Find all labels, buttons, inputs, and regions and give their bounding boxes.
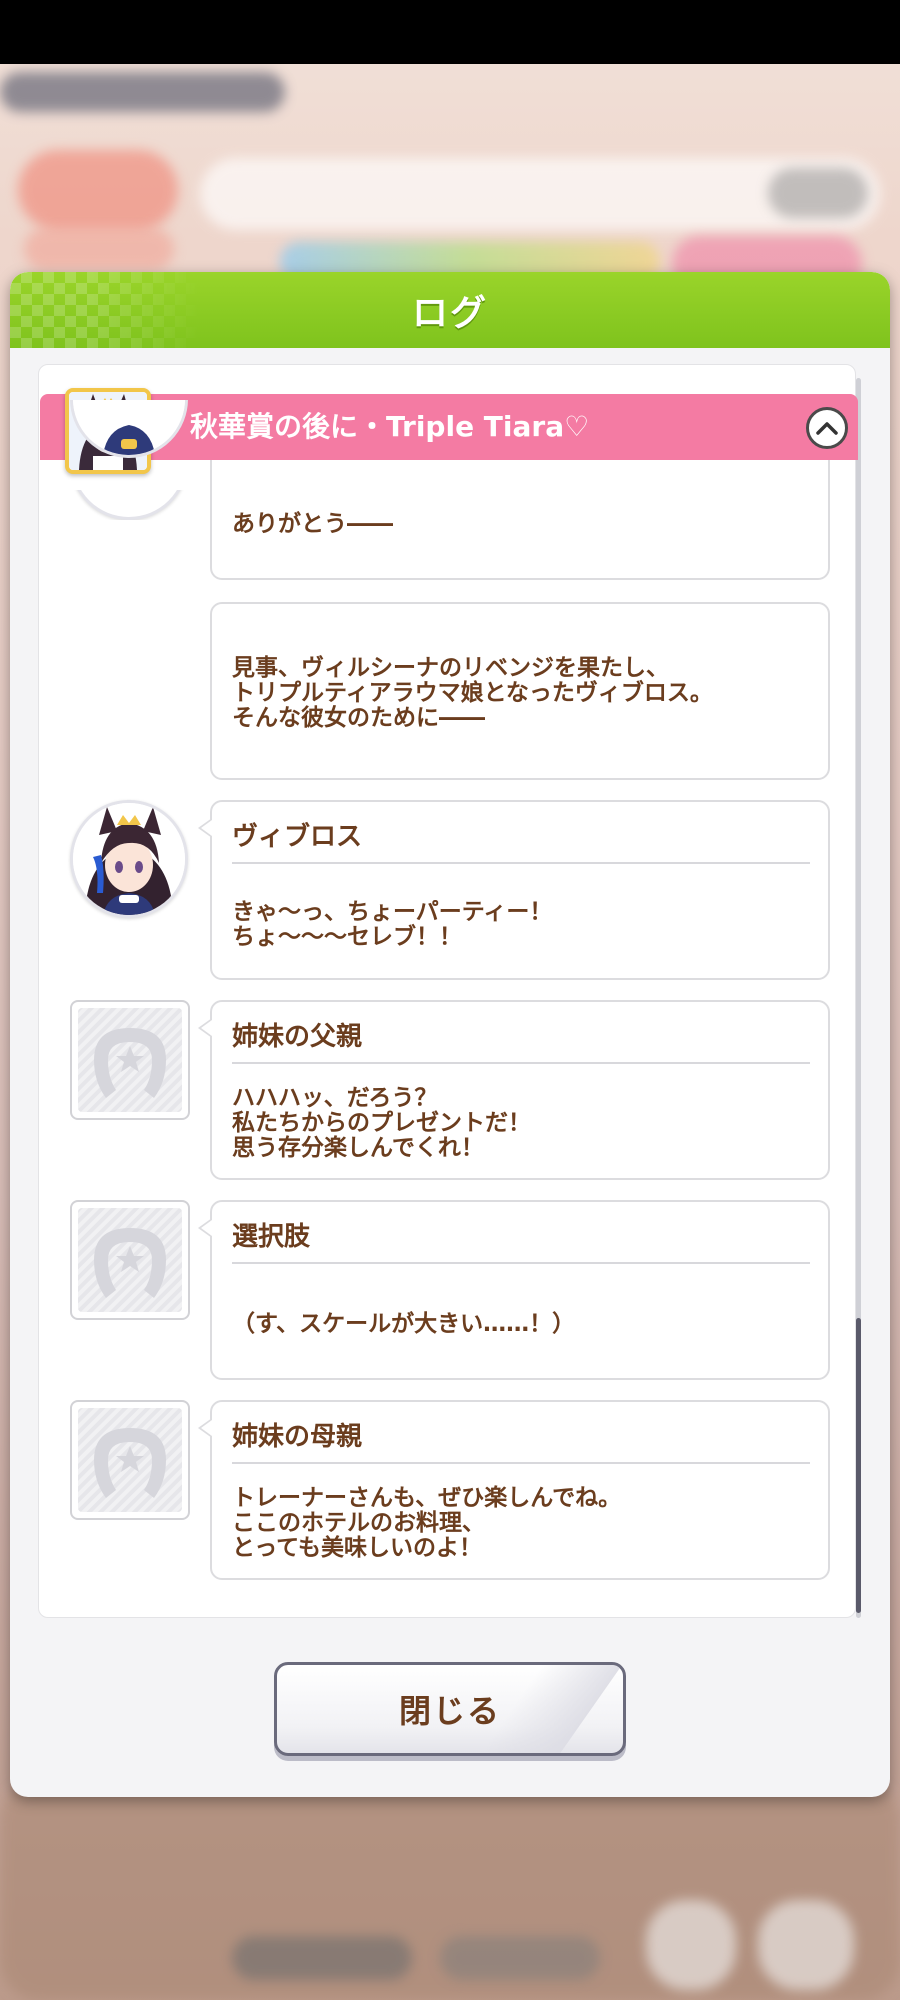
avatar-vivlos	[70, 800, 188, 918]
entry-line: （す、スケールが大きい……！）	[232, 1311, 576, 1337]
divider	[232, 862, 810, 864]
divider	[232, 1262, 810, 1264]
bg-badge-sub	[24, 228, 174, 270]
log-entry-5: 選択肢 （す、スケールが大きい……！）	[198, 1200, 830, 1380]
entry-line: ここのホテルのお料理、	[232, 1510, 485, 1536]
modal-header: ログ	[10, 272, 890, 348]
speaker-name: ヴィブロス	[232, 822, 363, 852]
chevron-up-icon	[816, 422, 838, 435]
horseshoe-placeholder-icon	[78, 1408, 182, 1512]
status-bar	[0, 0, 900, 64]
avatar-generic	[70, 1400, 190, 1520]
log-entry-1: ありがとう――	[210, 460, 830, 580]
bg-title-pill	[0, 72, 285, 112]
story-title: 秋華賞の後に・Triple Tiara♡	[190, 410, 590, 443]
log-entry-2: 見事、ヴィルシーナのリベンジを果たし、 トリプルティアラウマ娘となったヴィブロス…	[210, 602, 830, 780]
bg-badge	[18, 150, 178, 230]
entry-line: 見事、ヴィルシーナのリベンジを果たし、	[232, 655, 669, 681]
divider	[232, 1462, 810, 1464]
close-button-label: 閉じる	[398, 1692, 501, 1730]
bg-skip-button	[232, 1936, 412, 1980]
avatar-generic	[70, 1000, 190, 1120]
entry-line: そんな彼女のために――	[232, 705, 485, 731]
bg-auto-button	[440, 1936, 600, 1980]
entry-line: 思う存分楽しんでくれ！	[232, 1135, 484, 1161]
entry-line: 私たちからのプレゼントだ！	[232, 1110, 531, 1136]
entry-line: ちょ～～～セレブ！！	[232, 924, 462, 950]
entry-line: トレーナーさんも、ぜひ楽しんでね。	[232, 1485, 622, 1511]
speaker-name: 姉妹の母親	[232, 1422, 363, 1452]
log-entry-4: 姉妹の父親 ハハハッ、だろう？ 私たちからのプレゼントだ！ 思う存分楽しんでくれ…	[198, 1000, 830, 1180]
scrollbar-thumb[interactable]	[856, 1318, 861, 1613]
entry-line: ありがとう――	[232, 511, 393, 537]
horseshoe-placeholder-icon	[78, 1008, 182, 1112]
entry-line: きゃ～っ、ちょーパーティー！	[232, 899, 553, 925]
entry-line: ハハハッ、だろう？	[232, 1085, 438, 1111]
character-portrait-icon	[73, 803, 185, 915]
close-button[interactable]: 閉じる	[274, 1662, 626, 1756]
bg-info-button	[768, 168, 868, 218]
bg-log-icon	[646, 1900, 736, 1990]
header-pattern	[10, 272, 200, 348]
bg-menu-icon	[758, 1900, 854, 1990]
speaker-name: 姉妹の父親	[232, 1022, 363, 1052]
log-entry-3: ヴィブロス きゃ～っ、ちょーパーティー！ ちょ～～～セレブ！！	[198, 800, 830, 980]
divider	[232, 1062, 810, 1064]
entry-line: とっても美味しいのよ！	[232, 1535, 483, 1561]
entry-line: トリプルティアラウマ娘となったヴィブロス。	[232, 680, 713, 706]
horseshoe-placeholder-icon	[78, 1208, 182, 1312]
modal-title: ログ	[411, 293, 488, 334]
collapse-button[interactable]	[806, 407, 848, 449]
avatar-generic	[70, 1200, 190, 1320]
speaker-name: 選択肢	[232, 1222, 311, 1252]
log-entry-6: 姉妹の母親 トレーナーさんも、ぜひ楽しんでね。 ここのホテルのお料理、 とっても…	[198, 1400, 830, 1580]
avatar-vivlos-clip	[70, 400, 188, 520]
